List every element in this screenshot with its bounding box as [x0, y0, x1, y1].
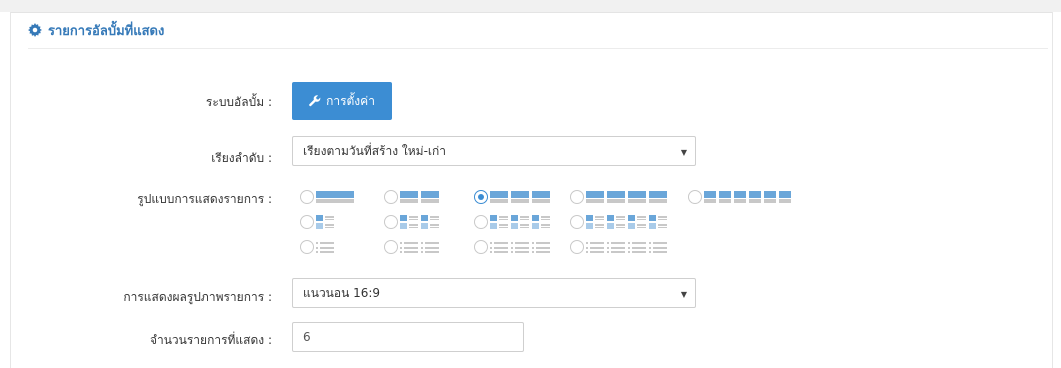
layout-thumbnail-icon	[316, 191, 354, 203]
layout-option-wide-4[interactable]	[570, 188, 667, 206]
layout-radio[interactable]	[384, 215, 398, 229]
panel-title: รายการอัลบั้มที่แสดง	[48, 23, 165, 39]
layout-radio[interactable]	[474, 215, 488, 229]
layout-thumbnail-icon	[586, 191, 667, 203]
layout-thumbnail-icon	[490, 215, 550, 229]
item-count-input[interactable]: 6	[292, 322, 524, 352]
layout-thumbnail-icon	[490, 191, 550, 203]
layout-radio[interactable]	[300, 190, 314, 204]
settings-button-label: การตั้งค่า	[326, 93, 375, 108]
layout-option-thumb-list-2[interactable]	[384, 213, 439, 231]
layout-thumbnail-icon	[316, 242, 334, 253]
layout-option-text-list-4[interactable]	[570, 238, 667, 256]
layout-option-text-list-2[interactable]	[384, 238, 439, 256]
layout-radio[interactable]	[384, 190, 398, 204]
display-layout-label: รูปแบบการแสดงรายการ :	[137, 192, 272, 206]
window-left-edge	[0, 12, 11, 368]
image-display-label: การแสดงผลรูปภาพรายการ :	[123, 290, 272, 304]
layout-option-wide-1[interactable]	[300, 188, 354, 206]
window-right-edge	[1052, 12, 1061, 368]
panel-header: รายการอัลบั้มที่แสดง	[28, 12, 1048, 49]
layout-radio[interactable]	[300, 215, 314, 229]
layout-option-wide-6[interactable]	[688, 188, 791, 206]
layout-thumbnail-icon	[704, 191, 791, 203]
item-count-label: จำนวนรายการที่แสดง :	[149, 333, 272, 347]
item-count-value: 6	[303, 330, 311, 344]
sort-order-value: เรียงตามวันที่สร้าง ใหม่-เก่า	[303, 143, 447, 158]
layout-radio[interactable]	[474, 190, 488, 204]
layout-option-thumb-list-4[interactable]	[570, 213, 667, 231]
layout-thumbnail-icon	[400, 215, 439, 229]
image-display-select[interactable]: แนวนอน 16:9 ▼	[292, 278, 696, 308]
layout-option-text-list-1[interactable]	[300, 238, 334, 256]
layout-thumbnail-icon	[400, 191, 439, 203]
layout-radio[interactable]	[570, 215, 584, 229]
layout-radio[interactable]	[570, 190, 584, 204]
sort-order-select[interactable]: เรียงตามวันที่สร้าง ใหม่-เก่า ▼	[292, 136, 696, 166]
layout-thumbnail-icon	[586, 215, 667, 229]
layout-radio[interactable]	[688, 190, 702, 204]
layout-thumbnail-icon	[490, 242, 550, 253]
layout-radio[interactable]	[300, 240, 314, 254]
layout-option-thumb-list-1[interactable]	[300, 213, 334, 231]
album-system-label: ระบบอัลบั้ม :	[205, 95, 272, 109]
layout-thumbnail-icon	[400, 242, 439, 253]
image-display-value: แนวนอน 16:9	[303, 285, 381, 300]
layout-option-text-list-3[interactable]	[474, 238, 550, 256]
sort-order-label: เรียงลำดับ :	[211, 151, 272, 165]
layout-thumbnail-icon	[316, 215, 334, 229]
dropdown-caret-icon: ▼	[680, 290, 687, 299]
layout-option-wide-2[interactable]	[384, 188, 439, 206]
layout-radio[interactable]	[384, 240, 398, 254]
layout-radio[interactable]	[570, 240, 584, 254]
layout-option-thumb-list-3[interactable]	[474, 213, 550, 231]
layout-thumbnail-icon	[586, 242, 667, 253]
layout-radio[interactable]	[474, 240, 488, 254]
layout-option-wide-3[interactable]	[474, 188, 550, 206]
gear-icon	[28, 23, 42, 37]
wrench-icon	[309, 95, 321, 107]
dropdown-caret-icon: ▼	[680, 148, 687, 157]
settings-button[interactable]: การตั้งค่า	[292, 82, 392, 120]
